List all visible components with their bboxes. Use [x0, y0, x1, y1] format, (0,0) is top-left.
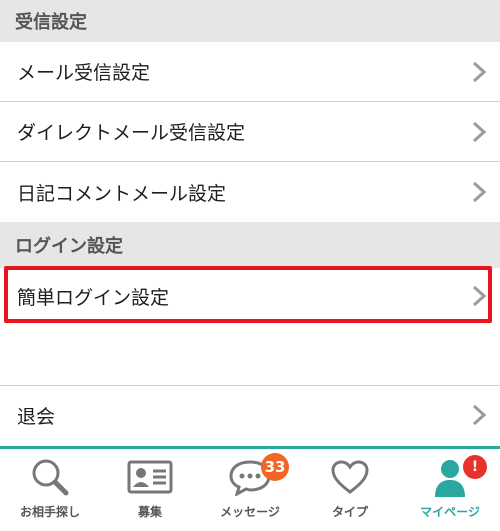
section-header-reception: 受信設定: [0, 0, 500, 42]
tab-label: メッセージ: [220, 505, 280, 519]
tab-label: 募集: [137, 505, 162, 519]
id-card-icon: [127, 460, 173, 494]
tab-label: タイプ: [331, 505, 368, 519]
tab-recruitment[interactable]: 募集: [100, 449, 200, 531]
search-icon: [32, 459, 69, 496]
notification-badge: !: [463, 455, 487, 479]
chevron-right-icon: [472, 404, 486, 426]
menu-item-mail-reception[interactable]: メール受信設定: [0, 42, 500, 102]
bottom-tab-bar: お相手探し 募集 33 メッセージ タイプ ! マイページ: [0, 446, 500, 531]
chevron-right-icon: [472, 285, 486, 307]
menu-item-label: 簡単ログイン設定: [17, 286, 170, 309]
chevron-right-icon: [472, 61, 486, 82]
chevron-right-icon: [472, 181, 486, 203]
menu-item-withdraw[interactable]: 退会: [0, 386, 500, 444]
tab-type[interactable]: タイプ: [300, 449, 400, 531]
section-title: 受信設定: [15, 12, 87, 33]
chevron-right-icon: [472, 121, 486, 142]
section-title: ログイン設定: [15, 236, 123, 257]
menu-item-easy-login[interactable]: 簡単ログイン設定: [0, 268, 500, 324]
menu-item-diary-comment-mail[interactable]: 日記コメントメール設定: [0, 162, 500, 222]
menu-item-direct-mail-reception[interactable]: ダイレクトメール受信設定: [0, 102, 500, 162]
menu-item-label: 退会: [17, 405, 56, 428]
menu-item-label: メール受信設定: [17, 62, 151, 84]
heart-icon: [331, 460, 369, 494]
tab-message[interactable]: 33 メッセージ: [200, 449, 300, 531]
unread-count-badge: 33: [261, 453, 289, 481]
tab-label: お相手探し: [19, 505, 80, 519]
menu-item-label: 日記コメントメール設定: [17, 182, 227, 205]
section-header-login: ログイン設定: [0, 222, 500, 268]
tab-mypage[interactable]: ! マイページ: [400, 449, 500, 531]
tab-label: マイページ: [420, 505, 480, 519]
tab-partner-search[interactable]: お相手探し: [0, 449, 100, 531]
menu-item-label: ダイレクトメール受信設定: [17, 122, 246, 144]
